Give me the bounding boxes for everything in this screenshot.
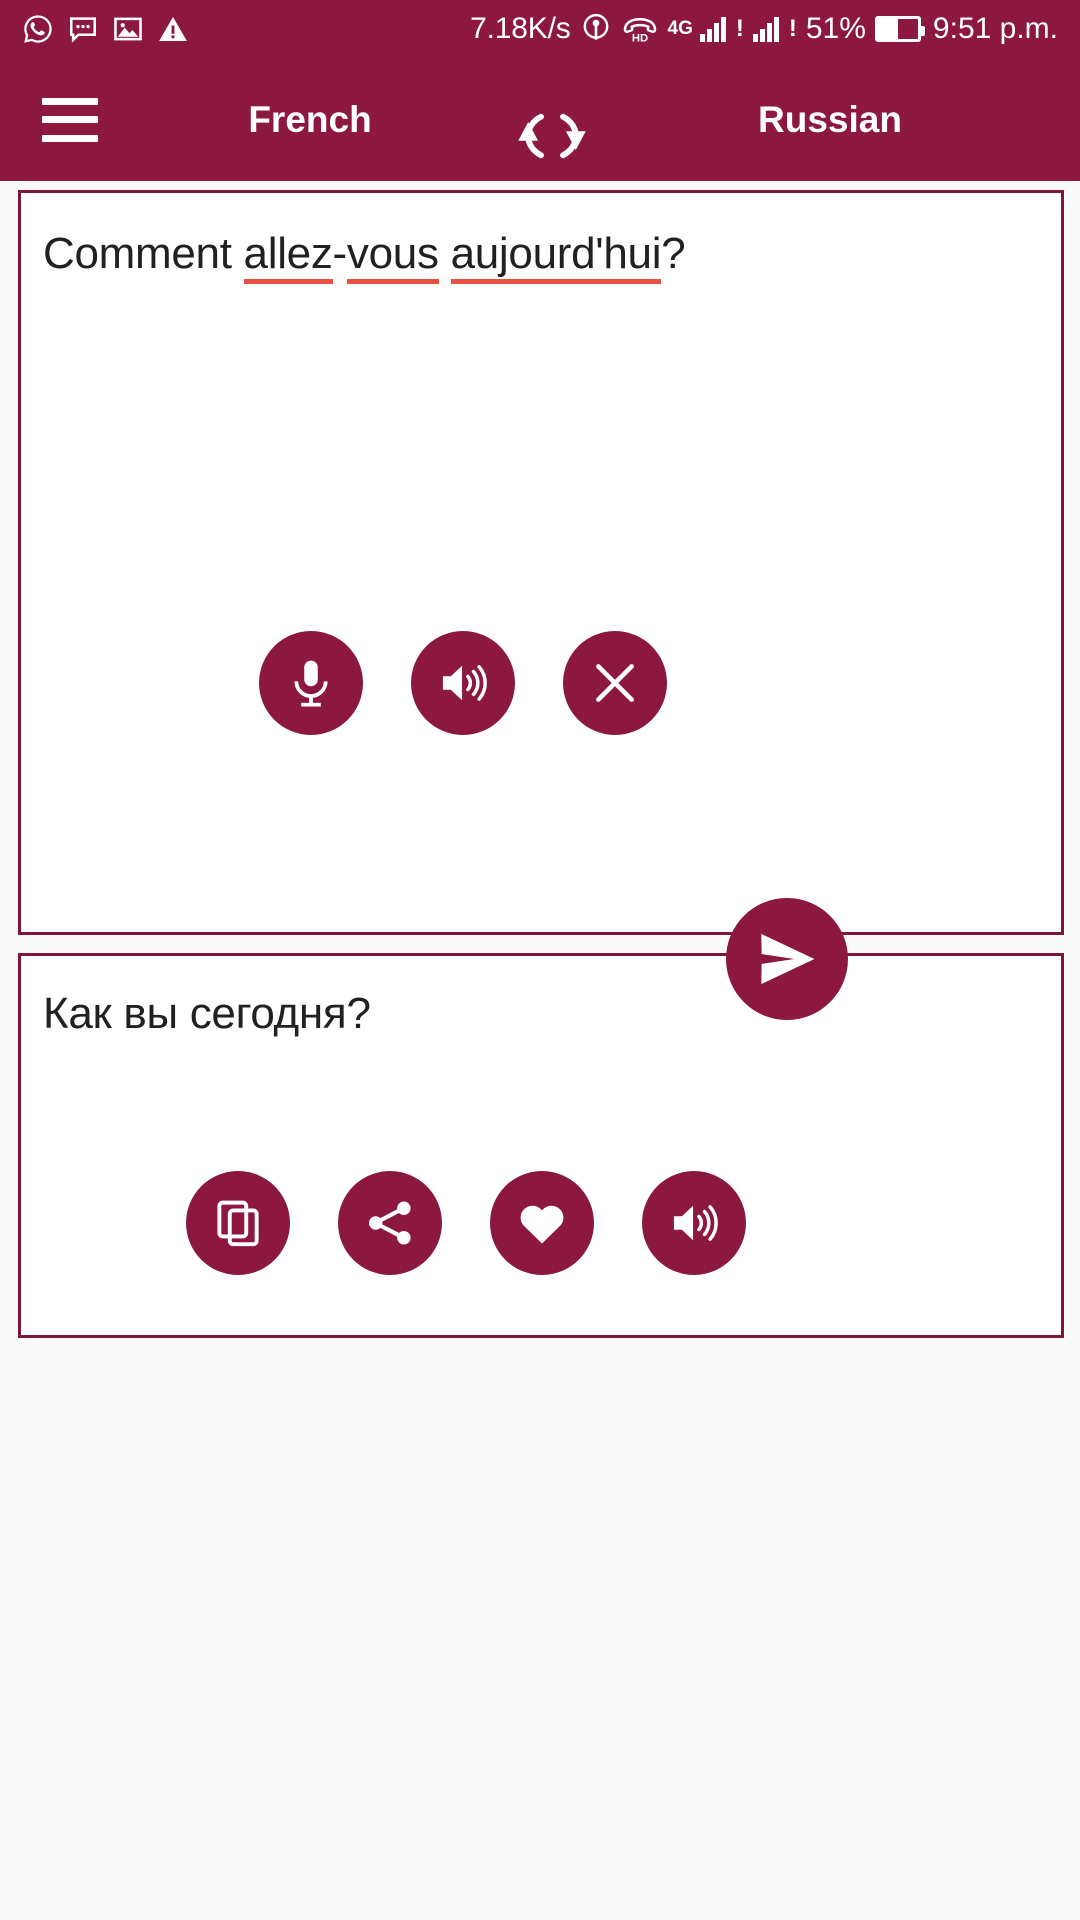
status-bar-system-icons: 7.18K/s HD 4G ! ! 51% 9:51 p.m. xyxy=(470,12,1058,46)
clear-button[interactable] xyxy=(563,631,667,735)
network-type-label: 4G xyxy=(667,18,693,39)
misspelled-word: vous xyxy=(346,229,439,284)
network-speed-label: 7.18K/s xyxy=(470,12,571,45)
speaker-icon xyxy=(673,1205,718,1241)
microphone-button[interactable] xyxy=(259,631,363,735)
sim1-alert-icon: ! xyxy=(735,15,744,42)
warning-icon xyxy=(159,17,187,41)
speak-source-button[interactable] xyxy=(411,631,515,735)
favorite-button[interactable] xyxy=(490,1171,594,1275)
microphone-icon xyxy=(294,660,328,707)
signal-sim2-icon xyxy=(752,16,779,42)
copy-button[interactable] xyxy=(186,1171,290,1275)
status-bar-notification-icons xyxy=(22,13,189,45)
target-language-selector[interactable]: Russian xyxy=(580,99,1080,141)
battery-icon xyxy=(874,16,925,42)
translator-app-screen: 7.18K/s HD 4G ! ! 51% 9:51 p.m. French R… xyxy=(0,0,1080,1920)
hd-voice-icon: HD xyxy=(623,17,656,45)
copy-icon xyxy=(217,1200,259,1247)
image-icon xyxy=(114,17,142,41)
message-icon xyxy=(70,17,96,43)
source-actions-row xyxy=(259,631,667,735)
translation-text: Как вы сегодня? xyxy=(43,989,371,1038)
whatsapp-icon xyxy=(24,15,52,43)
send-icon xyxy=(761,933,815,985)
speaker-icon xyxy=(442,665,487,701)
share-button[interactable] xyxy=(338,1171,442,1275)
source-text-segment: - xyxy=(332,229,348,278)
battery-percent-label: 51% xyxy=(805,12,866,45)
send-translate-button[interactable] xyxy=(726,898,848,1020)
source-text-input[interactable]: Comment allez-vous aujourd'hui? xyxy=(43,226,1039,284)
source-text-segment xyxy=(439,229,451,278)
source-text-segment: ? xyxy=(661,229,686,278)
hotspot-icon xyxy=(583,13,608,40)
speak-target-button[interactable] xyxy=(642,1171,746,1275)
translation-actions-row xyxy=(186,1171,746,1275)
svg-text:HD: HD xyxy=(631,33,647,45)
share-icon xyxy=(368,1201,411,1245)
source-text-card[interactable]: Comment allez-vous aujourd'hui? xyxy=(18,190,1064,1020)
signal-sim1-icon xyxy=(699,16,726,42)
close-icon xyxy=(596,664,634,702)
empty-area xyxy=(0,1338,1080,1920)
status-bar: 7.18K/s HD 4G ! ! 51% 9:51 p.m. xyxy=(0,0,1080,58)
misspelled-word: aujourd'hui xyxy=(450,229,662,284)
sim2-alert-icon: ! xyxy=(788,15,797,42)
clock-label: 9:51 p.m. xyxy=(932,12,1058,45)
heart-icon xyxy=(520,1205,564,1244)
source-text-segment: Comment xyxy=(43,229,244,278)
misspelled-word: allez xyxy=(243,229,333,284)
translation-result-card[interactable]: Как вы сегодня? xyxy=(18,953,1064,1338)
app-bar: French Russian xyxy=(0,58,1080,181)
